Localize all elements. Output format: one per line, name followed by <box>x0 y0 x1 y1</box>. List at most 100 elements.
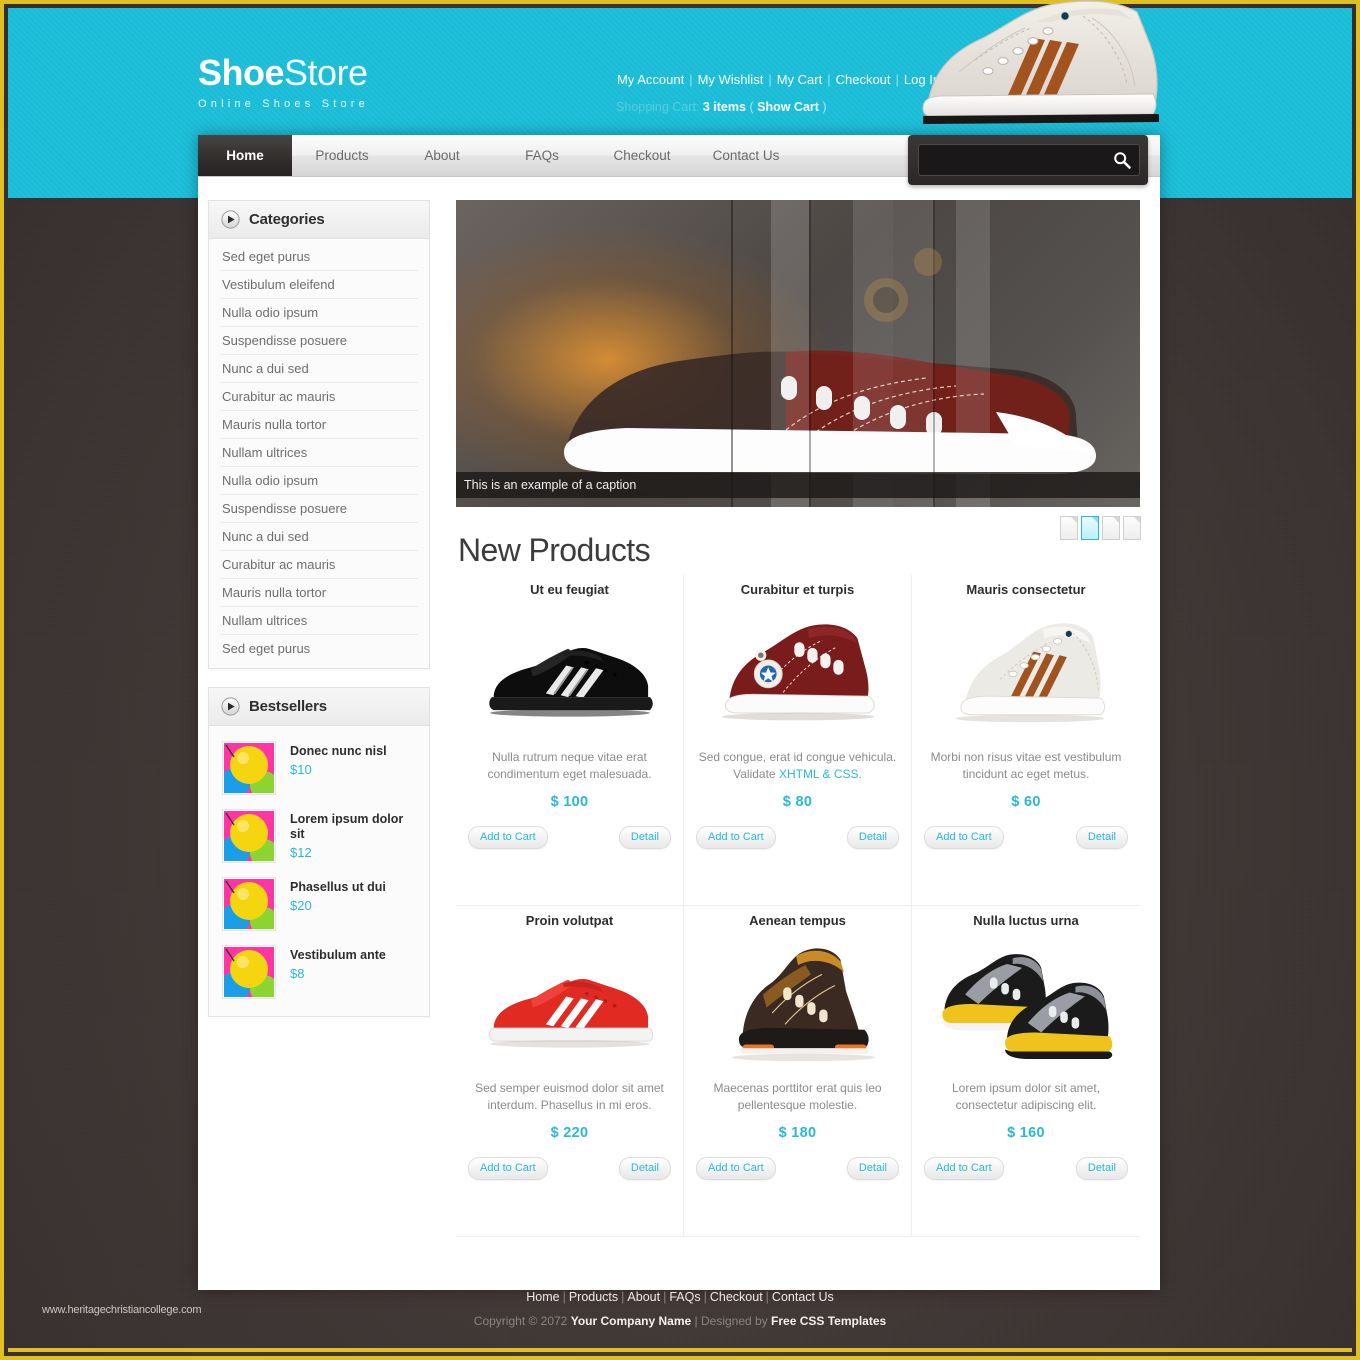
show-cart-link[interactable]: Show Cart <box>757 100 819 114</box>
bestseller-price: $8 <box>290 966 305 981</box>
category-link[interactable]: Nullam ultrices <box>220 439 418 467</box>
balloons-thumbnail <box>223 742 275 794</box>
category-link[interactable]: Suspendisse posuere <box>220 495 418 523</box>
category-link[interactable]: Mauris nulla tortor <box>220 579 418 607</box>
product-description: Morbi non risus vitae est vestibulum tin… <box>930 750 1122 781</box>
list-item: Suspendisse posuere <box>209 495 429 523</box>
product-actions: Add to Cart Detail <box>696 1157 899 1180</box>
paren-close: ) <box>822 100 827 114</box>
product-actions: Add to Cart Detail <box>468 826 671 849</box>
category-link[interactable]: Curabitur ac mauris <box>220 551 418 579</box>
list-item[interactable]: Lorem ipsum dolor sit $12 <box>209 802 429 870</box>
grey-yellow-shoes-icon[interactable] <box>924 932 1128 1074</box>
list-item[interactable]: Donec nunc nisl $10 <box>209 734 429 802</box>
add-to-cart-button[interactable]: Add to Cart <box>468 1157 548 1180</box>
footer-link-about[interactable]: About <box>624 1290 663 1304</box>
bestseller-title: Donec nunc nisl <box>290 744 387 758</box>
maroon-hightop-icon[interactable] <box>696 601 900 743</box>
validate-link[interactable]: XHTML & CSS <box>779 767 859 781</box>
category-link[interactable]: Nulla odio ipsum <box>220 299 418 327</box>
detail-button[interactable]: Detail <box>846 826 899 849</box>
hightop-sneaker-icon <box>922 0 1159 124</box>
red-sneaker-icon[interactable] <box>468 932 672 1074</box>
categories-header: Categories <box>209 201 429 239</box>
bestseller-info: Donec nunc nisl $10 <box>275 742 387 777</box>
detail-button[interactable]: Detail <box>1075 1157 1128 1180</box>
list-item[interactable]: Vestibulum ante $8 <box>209 938 429 1006</box>
category-link[interactable]: Nulla odio ipsum <box>220 467 418 495</box>
slider-page-4[interactable] <box>1123 516 1141 540</box>
add-to-cart-button[interactable]: Add to Cart <box>696 1157 776 1180</box>
product-title: Ut eu feugiat <box>530 582 609 597</box>
list-item: Suspendisse posuere <box>209 327 429 355</box>
detail-button[interactable]: Detail <box>1075 826 1128 849</box>
list-item: Mauris nulla tortor <box>209 411 429 439</box>
product-price: $ 220 <box>550 1125 589 1141</box>
site-logo[interactable]: ShoeStore Online Shoes Store <box>198 52 369 111</box>
nav-item-home[interactable]: Home <box>198 135 292 176</box>
category-link[interactable]: Sed eget purus <box>220 635 418 662</box>
nav-item-contact-us[interactable]: Contact Us <box>692 135 800 176</box>
detail-button[interactable]: Detail <box>846 1157 899 1180</box>
nav-item-about[interactable]: About <box>392 135 492 176</box>
designer-name[interactable]: Free CSS Templates <box>771 1314 886 1328</box>
list-item[interactable]: Phasellus ut dui $20 <box>209 870 429 938</box>
black-sneaker-icon[interactable] <box>468 601 672 743</box>
list-item: Nulla odio ipsum <box>209 299 429 327</box>
list-item: Curabitur ac mauris <box>209 551 429 579</box>
list-item: Nulla odio ipsum <box>209 467 429 495</box>
paren-open: ( <box>749 100 754 114</box>
category-link[interactable]: Suspendisse posuere <box>220 327 418 355</box>
search-input[interactable] <box>919 145 1139 175</box>
product-actions: Add to Cart Detail <box>468 1157 671 1180</box>
add-to-cart-button[interactable]: Add to Cart <box>696 826 776 849</box>
link-my-wishlist[interactable]: My Wishlist <box>694 72 768 87</box>
category-link[interactable]: Mauris nulla tortor <box>220 411 418 439</box>
balloons-thumbnail <box>223 946 275 998</box>
hero-slider[interactable]: This is an example of a caption <box>456 200 1140 507</box>
footer-link-contact-us[interactable]: Contact Us <box>769 1290 837 1304</box>
category-link[interactable]: Vestibulum eleifend <box>220 271 418 299</box>
footer-link-home[interactable]: Home <box>523 1290 562 1304</box>
bestsellers-list: Donec nunc nisl $10 Lorem ipsum dolor si… <box>209 726 429 1016</box>
list-item: Mauris nulla tortor <box>209 579 429 607</box>
product-title: Aenean tempus <box>749 913 846 928</box>
detail-button[interactable]: Detail <box>618 1157 671 1180</box>
slider-page-2[interactable] <box>1081 516 1099 540</box>
cart-label: Shopping Cart: <box>616 100 700 114</box>
bestsellers-header: Bestsellers <box>209 688 429 726</box>
brown-boot-icon[interactable] <box>696 932 900 1074</box>
link-checkout[interactable]: Checkout <box>832 72 895 87</box>
add-to-cart-button[interactable]: Add to Cart <box>924 826 1004 849</box>
slider-page-3[interactable] <box>1102 516 1120 540</box>
footer-link-products[interactable]: Products <box>566 1290 621 1304</box>
link-my-account[interactable]: My Account <box>613 72 688 87</box>
bestseller-price: $12 <box>290 845 312 860</box>
nav-item-faqs[interactable]: FAQs <box>492 135 592 176</box>
add-to-cart-button[interactable]: Add to Cart <box>924 1157 1004 1180</box>
list-item: Nullam ultrices <box>209 607 429 635</box>
detail-button[interactable]: Detail <box>618 826 671 849</box>
category-link[interactable]: Curabitur ac mauris <box>220 383 418 411</box>
footer-link-checkout[interactable]: Checkout <box>707 1290 766 1304</box>
category-link[interactable]: Nunc a dui sed <box>220 523 418 551</box>
slider-page-1[interactable] <box>1060 516 1078 540</box>
link-my-cart[interactable]: My Cart <box>773 72 827 87</box>
footer-link-faqs[interactable]: FAQs <box>666 1290 703 1304</box>
category-link[interactable]: Sed eget purus <box>220 243 418 271</box>
category-link[interactable]: Nunc a dui sed <box>220 355 418 383</box>
category-link[interactable]: Nullam ultrices <box>220 607 418 635</box>
copyright-separator: | <box>694 1314 698 1328</box>
product-price: $ 80 <box>782 794 813 810</box>
cream-hightop-icon[interactable] <box>924 601 1128 743</box>
slider-artwork <box>564 200 1096 507</box>
nav-item-checkout[interactable]: Checkout <box>592 135 692 176</box>
add-to-cart-button[interactable]: Add to Cart <box>468 826 548 849</box>
bestseller-title: Vestibulum ante <box>290 948 386 962</box>
nav-item-products[interactable]: Products <box>292 135 392 176</box>
sidebar: Categories Sed eget purus Vestibulum ele… <box>208 200 430 1035</box>
list-item: Nunc a dui sed <box>209 523 429 551</box>
search-icon[interactable] <box>1113 151 1131 169</box>
product-card: Curabitur et turpis Sed congue, erat id … <box>684 575 912 906</box>
logo-bold-part: Shoe <box>198 52 285 93</box>
